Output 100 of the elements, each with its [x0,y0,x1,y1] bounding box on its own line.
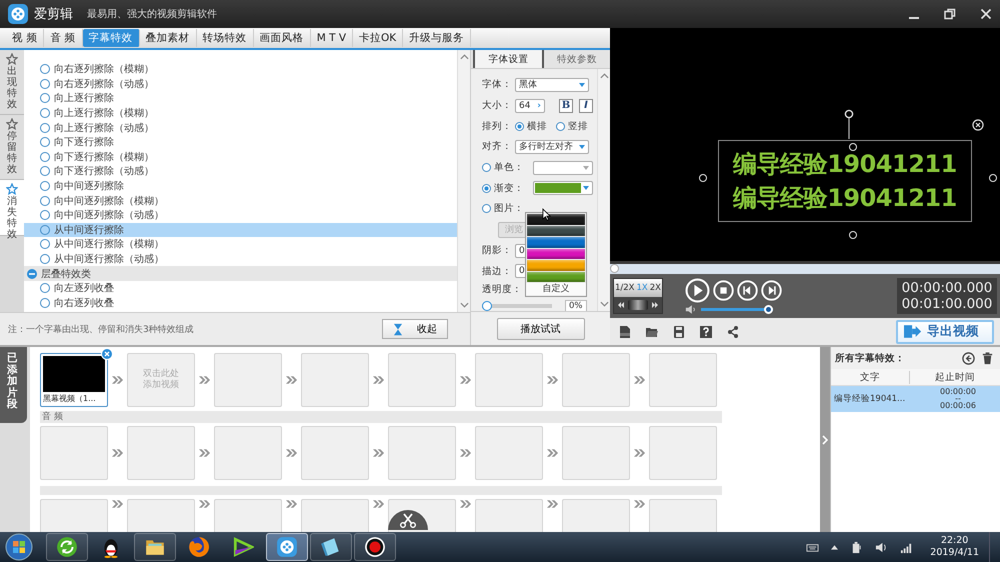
scroll-up-icon[interactable] [460,54,469,60]
gradient-dropdown[interactable] [533,181,593,196]
category-tab[interactable]: 出现特效 [0,50,24,115]
export-video-button[interactable]: 导出视频 [896,320,994,344]
size-field[interactable]: 64 › [515,98,545,112]
rewind-icon[interactable] [617,302,625,308]
speed-option[interactable]: 2X [648,283,662,294]
tab[interactable]: 转场特效 [196,29,254,47]
timeline-tab[interactable]: 已添加片段 [0,347,26,423]
gradient-option[interactable] [527,226,585,236]
effect-option[interactable]: 从中间逐行擦除（模糊） [24,237,458,252]
subtitle-row[interactable]: 编导经验19041... 00:00:00 -- 00:00:06 [831,386,1000,412]
trash-icon[interactable] [981,352,994,364]
layout-radio[interactable]: 横排 [515,120,547,133]
fill-radio[interactable]: 图片： [482,202,524,216]
effect-option[interactable]: 从中间逐行擦除（动感） [24,252,458,266]
resize-handle[interactable] [989,174,997,182]
rotate-handle[interactable] [844,109,854,139]
minus-icon[interactable] [27,268,37,279]
category-tab[interactable]: 消失特效 [0,180,24,236]
effect-option[interactable]: 从中间逐行擦除 [24,222,458,238]
italic-button[interactable]: I [579,98,593,112]
effect-option[interactable]: 向下逐行擦除 [24,134,458,150]
back-icon[interactable] [962,352,975,364]
tab[interactable]: 卡拉OK [353,29,404,47]
previous-frame-icon[interactable] [737,280,758,302]
effect-group[interactable]: 层叠特效类 [24,266,458,281]
gradient-option[interactable] [527,248,585,259]
layout-radio[interactable]: 竖排 [556,120,588,133]
effect-option[interactable]: 向右逐列擦除（模糊） [24,62,458,77]
fill-radio[interactable]: 单色： [482,161,524,174]
clock[interactable]: 22:20 2019/4/11 [930,535,979,559]
gradient-option[interactable] [527,214,585,224]
play-triangle-icon [232,536,254,558]
effect-option[interactable]: 向上逐行擦除 [24,91,458,106]
effect-option[interactable]: 向中间逐列擦除（动感） [24,208,458,223]
panel-toggle[interactable] [820,347,830,532]
effect-option[interactable]: 向下逐行擦除（模糊） [24,150,458,164]
scroll-down-icon[interactable] [600,301,608,307]
field-label: 大小： [482,99,512,112]
help-icon[interactable] [699,324,713,339]
taskbar-button[interactable] [354,533,396,561]
scrollbar[interactable] [457,50,470,312]
effect-option[interactable]: 向右逐列擦除（动感） [24,76,458,92]
tab[interactable]: 叠加素材 [140,29,197,47]
scrollbar[interactable] [597,69,610,311]
effect-option[interactable]: 向下逐行擦除（动感） [24,164,458,179]
scroll-down-icon[interactable] [460,302,469,308]
align-dropdown[interactable]: 多行时左对齐 [515,140,589,154]
category-tab[interactable]: 停留特效 [0,115,24,180]
resize-handle[interactable] [849,143,857,151]
effect-option[interactable]: 向左逐列收叠 [24,280,458,296]
chevron-up-icon[interactable] [831,544,838,550]
caption-box[interactable]: 编导经验19041211 编导经验19041211 [718,140,972,222]
collapse-button[interactable]: 收起 [382,319,448,339]
play-preview-button[interactable]: 播放试试 [496,318,584,340]
scissors-icon[interactable] [388,510,428,530]
battery-icon[interactable] [850,540,864,554]
gradient-option[interactable] [527,272,585,282]
color-dropdown[interactable] [533,160,593,175]
chevron-icon [459,375,472,385]
fast-forward-icon[interactable] [651,302,659,308]
taskbar-button[interactable] [134,533,176,561]
font-dropdown[interactable]: 黑体 [515,78,589,92]
speaker-icon[interactable] [875,540,888,554]
tab[interactable]: 升级与服务 [403,29,472,47]
tab[interactable]: 画面风格 [254,29,311,47]
effect-option[interactable]: 向上逐行擦除（模糊） [24,106,458,120]
clock-date: 2019/4/11 [930,547,979,559]
chevron-icon [633,499,646,509]
chevron-right-icon[interactable] [822,434,828,444]
fill-radio[interactable]: 渐变： [482,182,524,195]
bold-button[interactable]: B [559,98,573,112]
progress-bar[interactable] [610,261,1000,274]
next-frame-icon[interactable] [761,280,782,302]
close-icon[interactable] [980,8,992,20]
start-button[interactable] [4,532,34,562]
tab[interactable]: M T V [310,29,354,47]
jog-wheel[interactable] [628,300,648,310]
close-icon[interactable] [972,119,984,131]
new-file-icon[interactable] [618,324,632,339]
stop-icon[interactable] [713,280,734,302]
resize-handle[interactable] [699,174,707,182]
settings-tab[interactable]: 字体设置 [473,50,542,68]
resize-handle[interactable] [849,231,857,239]
effect-option[interactable]: 向右逐列收叠 [24,296,458,310]
taskbar-button[interactable] [46,533,88,561]
save-icon[interactable] [672,324,686,339]
start-time: 00:00:00 [940,388,976,396]
custom-option[interactable]: 自定义 [526,283,586,295]
tab[interactable]: 视 频 [6,29,44,47]
effect-option[interactable]: 向中间逐列擦除（模糊） [24,193,458,208]
effect-option[interactable]: 向上逐行擦除（动感） [24,120,458,135]
taskbar-button[interactable] [310,533,352,561]
play-icon[interactable] [685,278,710,304]
scroll-up-icon[interactable] [600,73,608,79]
restore-icon[interactable] [944,8,956,20]
share-icon[interactable] [726,324,740,339]
effect-option[interactable]: 向中间逐列擦除 [24,178,458,194]
speed-option[interactable]: 1/2X [614,283,636,294]
